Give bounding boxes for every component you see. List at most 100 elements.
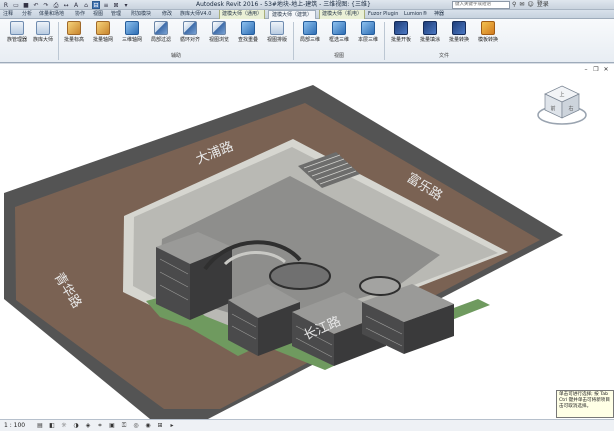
panel-label-assist: 辅助 — [170, 53, 181, 59]
quick-access-toolbar: R ▭ ■ ↶ ↷ ⎙ ↔ A ⌂ ⊟ ≡ ⊠ ▾ — [2, 1, 130, 9]
floor-3d-button[interactable]: 本层三维 — [355, 21, 381, 51]
search-icon[interactable]: ⚲ — [512, 1, 516, 9]
highlight-icon[interactable]: ▸ — [168, 422, 176, 430]
batch-slab-icon — [394, 21, 408, 35]
template-convert-icon — [481, 21, 495, 35]
find-overlap-icon — [241, 21, 255, 35]
local-filter-button[interactable]: 局部过滤 — [148, 21, 174, 51]
3d-viewport[interactable]: 大浦路 富乐路 青华路 长江路 – ❐ ✕ 上 前 右 单击可进行选择; 按 T… — [0, 63, 614, 419]
batch-grid-button[interactable]: 批量轴网 — [90, 21, 116, 51]
batch-level-button[interactable]: 批量标高 — [61, 21, 87, 51]
batch-grid-icon — [96, 21, 110, 35]
shadows-icon[interactable]: ◑ — [72, 422, 80, 430]
viewcube-face-front[interactable]: 前 — [550, 105, 555, 112]
tab-modify[interactable]: 修改 — [162, 10, 172, 19]
family-library-icon — [36, 21, 50, 35]
batch-fill-icon — [423, 21, 437, 35]
title-bar: R ▭ ■ ↶ ↷ ⎙ ↔ A ⌂ ⊟ ≡ ⊠ ▾ Autodesk Revit… — [0, 0, 614, 10]
batch-convert-icon — [452, 21, 466, 35]
panel-label-view: 视图 — [333, 53, 344, 59]
temp-hide-icon[interactable]: ◎ — [132, 422, 140, 430]
batch-convert-button[interactable]: 批量转换 — [446, 21, 472, 51]
measure-icon[interactable]: ↔ — [62, 1, 70, 9]
save-icon[interactable]: ■ — [22, 1, 30, 9]
sun-path-icon[interactable]: ☼ — [60, 422, 68, 430]
tab-annotate[interactable]: 注释 — [3, 10, 13, 19]
view-control-bar: 1 : 100 ▤ ◧ ☼ ◑ ◈ ⌗ ▣ ⚿ ◎ ◉ ⊞ ▸ — [0, 419, 614, 431]
restore-icon[interactable]: ❐ — [592, 66, 600, 73]
tab-addins[interactable]: 附加模块 — [131, 10, 151, 19]
tab-analyze[interactable]: 分析 — [22, 10, 32, 19]
find-overlap-button[interactable]: 查找重叠 — [235, 21, 261, 51]
viewcube-icon[interactable]: 上 前 右 — [535, 82, 589, 128]
reveal-hidden-icon[interactable]: ◉ — [144, 422, 152, 430]
switch-windows-icon[interactable]: ▾ — [122, 1, 130, 9]
atrium-ring — [359, 276, 401, 296]
view-browse-button[interactable]: 视图浏览 — [206, 21, 232, 51]
undo-icon[interactable]: ↶ — [32, 1, 40, 9]
batch-fill-button[interactable]: 批量填涂 — [417, 21, 443, 51]
section-icon[interactable]: ⊟ — [92, 1, 100, 9]
subscription-icon[interactable]: ✉ — [519, 1, 524, 9]
ribbon-tabs: 注释 分析 体量和场地 协作 视图 管理 附加模块 修改 族库大师V4.0 建模… — [0, 10, 614, 19]
crop-icon[interactable]: ⌗ — [96, 422, 104, 430]
search-input[interactable]: 键入关键字或短语 — [452, 1, 510, 9]
viewcube-face-top[interactable]: 上 — [559, 91, 564, 98]
ribbon-panel: 族管理器 族库大师 批量标高 批量轴网 三维轴网 局部过滤 循环对齐 视图浏览 … — [0, 19, 614, 63]
cycle-align-button[interactable]: 循环对齐 — [177, 21, 203, 51]
print-icon[interactable]: ⎙ — [52, 1, 60, 9]
r-logo-icon[interactable]: R — [2, 1, 10, 9]
render-icon[interactable]: ◈ — [84, 422, 92, 430]
close-icon[interactable]: ✕ — [602, 66, 610, 73]
local-filter-icon — [154, 21, 168, 35]
tab-lumion[interactable]: Lumion® — [404, 10, 427, 19]
tab-modeling-architecture[interactable]: 建模大师（建筑） — [268, 10, 317, 19]
family-library-button[interactable]: 族库大师 — [30, 21, 56, 51]
visual-style-icon[interactable]: ◧ — [48, 422, 56, 430]
family-manager-button[interactable]: 族管理器 — [4, 21, 30, 51]
open-icon[interactable]: ▭ — [12, 1, 20, 9]
3d-view-icon[interactable]: ⌂ — [82, 1, 90, 9]
family-manager-icon — [10, 21, 24, 35]
thin-lines-icon[interactable]: ≡ — [102, 1, 110, 9]
tab-modeling-general[interactable]: 建模大师（通用） — [219, 10, 266, 19]
3d-grid-button[interactable]: 三维轴网 — [119, 21, 145, 51]
login-label[interactable]: 登录 — [537, 1, 549, 9]
3d-grid-icon — [125, 21, 139, 35]
tab-modeling-mep[interactable]: 建模大师（机电） — [319, 10, 366, 19]
batch-slab-button[interactable]: 批量开板 — [388, 21, 414, 51]
redo-icon[interactable]: ↷ — [42, 1, 50, 9]
status-tooltip: 单击可进行选择; 按 Tab Ctrl 键并单击可将新项目 击可取消选择。 — [556, 390, 614, 418]
tab-family-master[interactable]: 族库大师V4.0 — [180, 10, 211, 19]
minimize-icon[interactable]: – — [582, 66, 590, 73]
floor-3d-icon — [361, 21, 375, 35]
view-layout-icon — [270, 21, 284, 35]
site-model[interactable]: 大浦路 富乐路 青华路 长江路 — [0, 64, 614, 419]
tab-fuzor[interactable]: Fuzor Plugin — [368, 10, 398, 19]
user-icon[interactable]: ☺ — [527, 1, 533, 9]
view-browse-icon — [212, 21, 226, 35]
template-convert-button[interactable]: 模板转换 — [475, 21, 501, 51]
view-layout-button[interactable]: 视图排版 — [264, 21, 290, 51]
view-scale[interactable]: 1 : 100 — [4, 422, 25, 430]
tab-view[interactable]: 视图 — [93, 10, 103, 19]
lock-view-icon[interactable]: ⚿ — [120, 422, 128, 430]
tab-collaborate[interactable]: 协作 — [75, 10, 85, 19]
box-3d-icon — [332, 21, 346, 35]
text-icon[interactable]: A — [72, 1, 80, 9]
batch-level-icon — [67, 21, 81, 35]
atrium-ring — [269, 262, 331, 290]
local-3d-button[interactable]: 局部三维 — [297, 21, 323, 51]
app-title: Autodesk Revit 2016 - 53#地块-地上-建筑 - 三维视图… — [196, 1, 371, 8]
tab-manage[interactable]: 管理 — [111, 10, 121, 19]
close-hidden-icon[interactable]: ⊠ — [112, 1, 120, 9]
viewport-window-controls: – ❐ ✕ — [582, 66, 610, 73]
tab-shenqi[interactable]: 神器 — [434, 10, 444, 19]
detail-level-icon[interactable]: ▤ — [36, 422, 44, 430]
tab-massing[interactable]: 体量和场地 — [39, 10, 64, 19]
viewcube-face-right[interactable]: 右 — [568, 105, 573, 112]
show-crop-icon[interactable]: ▣ — [108, 422, 116, 430]
local-3d-icon — [303, 21, 317, 35]
analysis-icon[interactable]: ⊞ — [156, 422, 164, 430]
box-3d-button[interactable]: 框选三维 — [326, 21, 352, 51]
